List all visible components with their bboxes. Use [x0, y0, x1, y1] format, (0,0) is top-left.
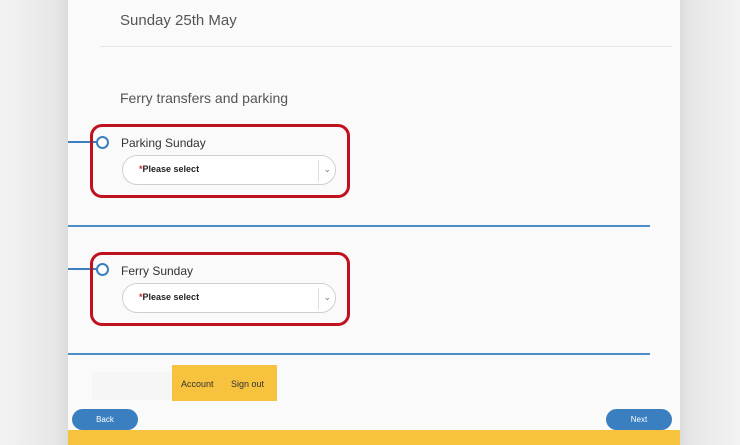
nav-spacer: [92, 372, 172, 400]
back-button[interactable]: Back: [72, 409, 138, 430]
sign-out-link[interactable]: Sign out: [231, 379, 264, 389]
account-nav: Account Sign out: [172, 365, 277, 401]
section-line: [68, 353, 650, 355]
section-line: [68, 225, 650, 227]
left-shadow: [0, 0, 68, 445]
right-shadow: [680, 0, 740, 445]
highlight-box: [90, 252, 350, 326]
date-heading: Sunday 25th May: [120, 12, 237, 29]
next-button[interactable]: Next: [606, 409, 672, 430]
footer-bar: [68, 430, 680, 445]
divider: [100, 46, 672, 47]
highlight-box: [90, 124, 350, 198]
account-link[interactable]: Account: [181, 379, 214, 389]
section-title: Ferry transfers and parking: [120, 90, 289, 106]
